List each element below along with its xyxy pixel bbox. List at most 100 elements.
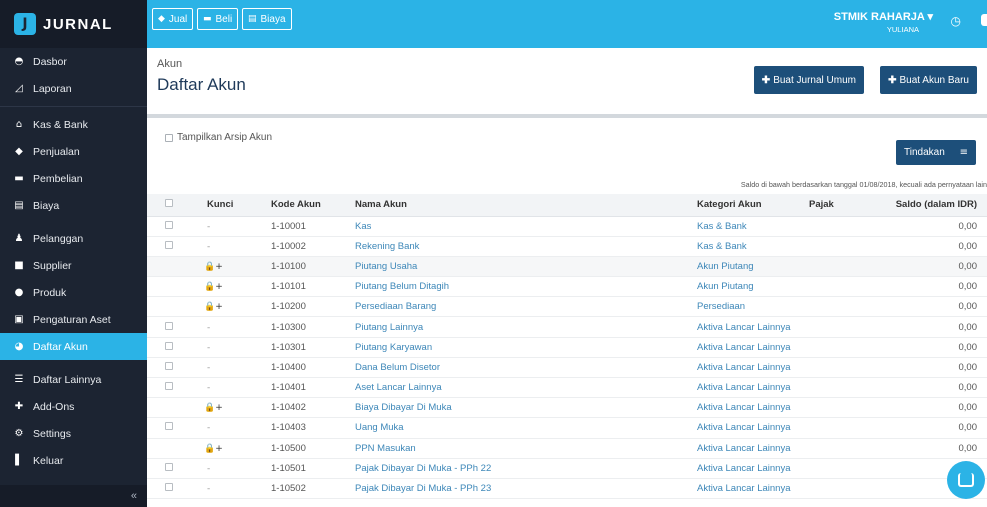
- company-switcher[interactable]: STMIK RAHARJA ▾ YULIANA: [834, 10, 933, 34]
- buat-jurnal-umum-button[interactable]: ✚ Buat Jurnal Umum: [753, 66, 864, 94]
- notification-icon[interactable]: [981, 14, 987, 26]
- kategori-akun-link[interactable]: Aktiva Lancar Lainnya: [687, 337, 809, 358]
- kategori-akun-link[interactable]: Aktiva Lancar Lainnya: [687, 478, 809, 500]
- col-kunci[interactable]: Kunci: [179, 194, 251, 217]
- nama-akun-link[interactable]: Rekening Bank: [341, 236, 687, 257]
- tindakan-button[interactable]: Tindakan ≡: [896, 140, 976, 165]
- kategori-akun-link[interactable]: Aktiva Lancar Lainnya: [687, 316, 809, 338]
- nama-akun-link[interactable]: Dana Belum Disetor: [341, 357, 687, 379]
- row-checkbox[interactable]: [165, 422, 173, 431]
- topbar: ◆ Jual ▬ Beli ▤ Biaya STMIK RAHARJA ▾ YULIA…: [147, 0, 987, 48]
- kode-akun-cell: 1-10500: [251, 438, 341, 459]
- select-all-checkbox[interactable]: [165, 199, 173, 208]
- chat-widget-button[interactable]: [947, 461, 985, 499]
- nama-akun-link[interactable]: Piutang Lainnya: [341, 316, 687, 338]
- table-row[interactable]: -1-10403 Uang Muka Aktiva Lancar Lainnya 0,…: [147, 417, 987, 439]
- saldo-cell: 0,00: [869, 256, 987, 278]
- sidebar-item-add-ons[interactable]: ✚ Add-Ons: [0, 393, 147, 420]
- accounts-table: Kunci Kode Akun Nama Akun Kategori Akun …: [147, 194, 987, 500]
- row-checkbox[interactable]: [165, 361, 173, 370]
- kategori-akun-link[interactable]: Aktiva Lancar Lainnya: [687, 397, 809, 419]
- table-row[interactable]: 🔒+ 1-10402 Biaya Dibayar Di Muka Aktiva Lan…: [147, 397, 987, 419]
- kategori-akun-link[interactable]: Akun Piutang: [687, 276, 809, 298]
- table-row[interactable]: 🔒+ 1-10100 Piutang Usaha Akun Piutang 0,00: [147, 256, 987, 278]
- table-row[interactable]: -1-10301 Piutang Karyawan Aktiva Lancar La…: [147, 337, 987, 358]
- kategori-akun-link[interactable]: Akun Piutang: [687, 256, 809, 278]
- table-row[interactable]: -1-10400 Dana Belum Disetor Aktiva Lancar …: [147, 357, 987, 379]
- sidebar-item-pelanggan[interactable]: ♟ Pelanggan: [0, 225, 147, 252]
- kategori-akun-link[interactable]: Aktiva Lancar Lainnya: [687, 417, 809, 439]
- row-checkbox[interactable]: [165, 240, 173, 249]
- saldo-note: Saldo di bawah berdasarkan tanggal 01/08…: [740, 180, 987, 189]
- nama-akun-link[interactable]: Aset Lancar Lainnya: [341, 377, 687, 399]
- nama-akun-link[interactable]: Piutang Belum Ditagih: [341, 276, 687, 298]
- kategori-akun-link[interactable]: Persediaan: [687, 296, 809, 318]
- sidebar-item-laporan[interactable]: ◿ Laporan: [0, 75, 147, 102]
- nama-akun-link[interactable]: Pajak Dibayar Di Muka - PPh 22: [341, 458, 687, 479]
- sidebar-item-keluar[interactable]: ▌ Keluar: [0, 447, 147, 474]
- table-row[interactable]: -1-10401 Aset Lancar Lainnya Aktiva Lancar…: [147, 377, 987, 399]
- row-checkbox[interactable]: [165, 483, 173, 492]
- kategori-akun-link[interactable]: Aktiva Lancar Lainnya: [687, 458, 809, 479]
- table-row[interactable]: 🔒+ 1-10101 Piutang Belum Ditagih Akun Piuta…: [147, 276, 987, 298]
- table-row[interactable]: -1-10502 Pajak Dibayar Di Muka - PPh 23 Ak…: [147, 478, 987, 500]
- col-nama-akun[interactable]: Nama Akun: [341, 194, 687, 217]
- sidebar-item-supplier[interactable]: ■ Supplier: [0, 252, 147, 279]
- sidebar-item-daftar-lainnya[interactable]: ☰ Daftar Lainnya: [0, 366, 147, 393]
- nama-akun-link[interactable]: Piutang Karyawan: [341, 337, 687, 358]
- clock-icon[interactable]: ◷: [951, 14, 961, 28]
- table-row[interactable]: 🔒+ 1-10200 Persediaan Barang Persediaan 0,00: [147, 296, 987, 318]
- row-checkbox[interactable]: [165, 321, 173, 330]
- row-checkbox[interactable]: [165, 382, 173, 391]
- arsip-checkbox[interactable]: [165, 133, 173, 142]
- kategori-akun-link[interactable]: Aktiva Lancar Lainnya: [687, 377, 809, 399]
- biaya-button[interactable]: ▤ Biaya: [242, 8, 292, 30]
- pie-icon: ◕: [14, 341, 24, 352]
- kategori-akun-link[interactable]: Kas & Bank: [687, 216, 809, 237]
- nama-akun-link[interactable]: PPN Masukan: [341, 438, 687, 459]
- kunci-cell: -: [179, 377, 251, 399]
- col-saldo[interactable]: Saldo (dalam IDR): [869, 194, 987, 217]
- beli-button[interactable]: ▬ Beli: [197, 8, 239, 30]
- page-title: Daftar Akun: [157, 75, 246, 94]
- nama-akun-link[interactable]: Persediaan Barang: [341, 296, 687, 318]
- col-kode-akun[interactable]: Kode Akun: [251, 194, 341, 217]
- table-row[interactable]: -1-10300 Piutang Lainnya Aktiva Lancar Lai…: [147, 316, 987, 338]
- table-row[interactable]: 🔒+ 1-10500 PPN Masukan Aktiva Lancar Lainny…: [147, 438, 987, 459]
- kode-akun-cell: 1-10300: [251, 316, 341, 338]
- sidebar-item-pembelian[interactable]: ▬ Pembelian: [0, 165, 147, 192]
- sidebar-item-produk[interactable]: ● Produk: [0, 279, 147, 306]
- sidebar-collapse-button[interactable]: «: [0, 485, 147, 507]
- nama-akun-link[interactable]: Kas: [341, 216, 687, 237]
- sidebar-item-dasbor[interactable]: ◓ Dasbor: [0, 48, 147, 75]
- table-row[interactable]: -1-10501 Pajak Dibayar Di Muka - PPh 22 Ak…: [147, 458, 987, 479]
- col-kategori-akun[interactable]: Kategori Akun: [687, 194, 809, 217]
- row-checkbox[interactable]: [165, 462, 173, 471]
- kategori-akun-link[interactable]: Aktiva Lancar Lainnya: [687, 357, 809, 379]
- jual-button[interactable]: ◆ Jual: [152, 8, 194, 30]
- kategori-akun-link[interactable]: Aktiva Lancar Lainnya: [687, 438, 809, 459]
- breadcrumb[interactable]: Akun: [157, 58, 182, 70]
- sidebar-item-kas-bank[interactable]: ⌂ Kas & Bank: [0, 111, 147, 138]
- sidebar-item-pengaturan-aset[interactable]: ▣ Pengaturan Aset: [0, 306, 147, 333]
- sidebar-item-settings[interactable]: ⚙ Settings: [0, 420, 147, 447]
- nama-akun-link[interactable]: Biaya Dibayar Di Muka: [341, 397, 687, 419]
- sidebar-item-penjualan[interactable]: ◆ Penjualan: [0, 138, 147, 165]
- table-row[interactable]: -1-10001 Kas Kas & Bank 0,00: [147, 216, 987, 237]
- row-checkbox[interactable]: [165, 341, 173, 350]
- document-icon: ▤: [248, 14, 257, 24]
- table-row[interactable]: -1-10002 Rekening Bank Kas & Bank 0,00: [147, 236, 987, 257]
- pajak-cell: [809, 296, 869, 318]
- col-pajak[interactable]: Pajak: [809, 194, 869, 217]
- nama-akun-link[interactable]: Pajak Dibayar Di Muka - PPh 23: [341, 478, 687, 500]
- nama-akun-link[interactable]: Uang Muka: [341, 417, 687, 439]
- sidebar-item-daftar-akun[interactable]: ◕ Daftar Akun: [0, 333, 147, 360]
- logo[interactable]: J JURNAL: [0, 0, 147, 48]
- sidebar-item-biaya[interactable]: ▤ Biaya: [0, 192, 147, 219]
- kategori-akun-link[interactable]: Kas & Bank: [687, 236, 809, 257]
- nama-akun-link[interactable]: Piutang Usaha: [341, 256, 687, 278]
- buat-akun-baru-button[interactable]: ✚ Buat Akun Baru: [880, 66, 977, 94]
- arsip-toggle[interactable]: Tampilkan Arsip Akun: [165, 132, 272, 143]
- row-checkbox[interactable]: [165, 220, 173, 229]
- button-label: Buat Akun Baru: [899, 74, 970, 86]
